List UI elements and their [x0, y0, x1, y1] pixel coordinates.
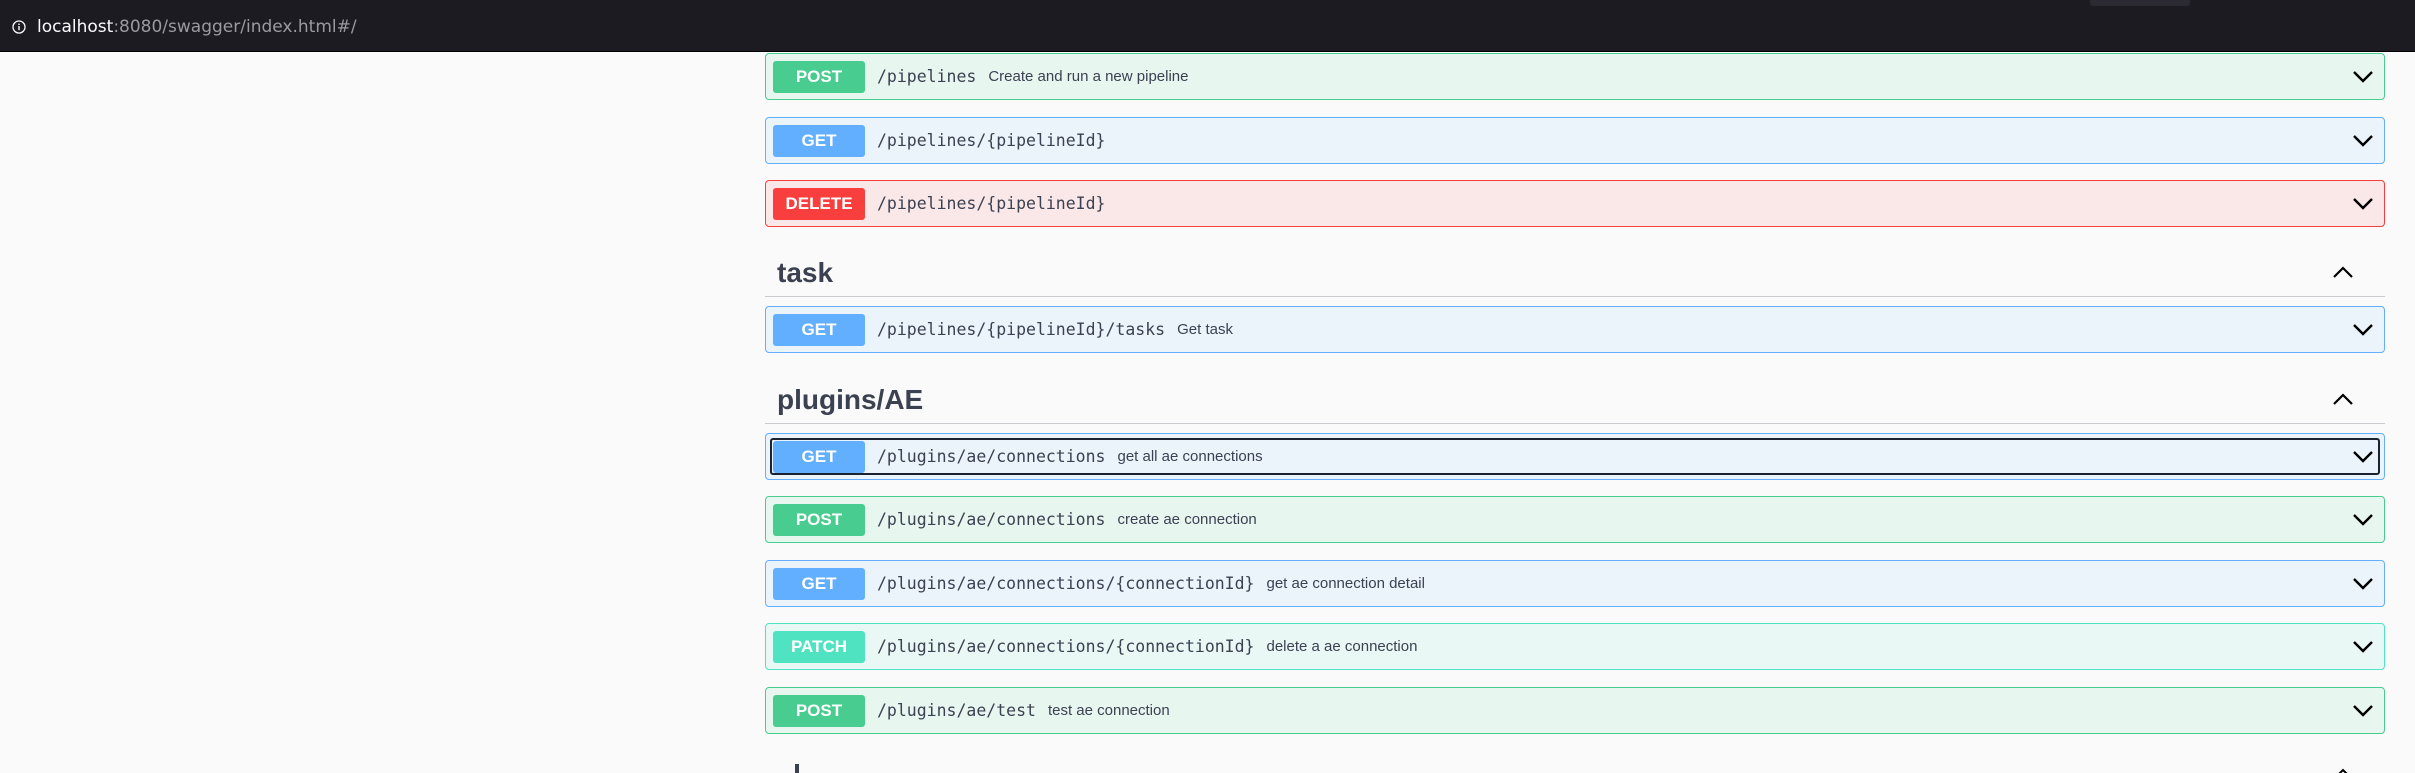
chevron-up-icon[interactable]	[2331, 263, 2355, 281]
operation-path: /plugins/ae/test	[877, 701, 1036, 720]
operation-path: /pipelines/{pipelineId}	[877, 131, 1106, 150]
opblock-post-ae-test[interactable]: POST /plugins/ae/test test ae connection	[765, 687, 2385, 734]
chevron-down-icon[interactable]	[2352, 195, 2374, 213]
opblock-post-pipelines[interactable]: POST /pipelines Create and run a new pip…	[765, 53, 2385, 100]
method-badge: GET	[773, 124, 865, 157]
cut-off-section-title	[795, 764, 799, 773]
opblock-get-tasks[interactable]: GET /pipelines/{pipelineId}/tasks Get ta…	[765, 306, 2385, 353]
opblock-get-pipeline[interactable]: GET /pipelines/{pipelineId}	[765, 117, 2385, 164]
method-badge: POST	[773, 60, 865, 93]
operation-summary: get ae connection detail	[1266, 575, 1425, 592]
chevron-down-icon[interactable]	[2352, 511, 2374, 529]
chevron-down-icon[interactable]	[2352, 638, 2374, 656]
chevron-up-icon[interactable]	[2331, 768, 2355, 773]
operation-summary: delete a ae connection	[1266, 638, 1418, 655]
operation-summary: test ae connection	[1047, 702, 1170, 719]
method-badge: POST	[773, 503, 865, 536]
operation-summary: get all ae connections	[1117, 448, 1263, 465]
method-badge: DELETE	[773, 187, 865, 220]
chevron-down-icon[interactable]	[2352, 448, 2374, 466]
url-rest: :8080/swagger/index.html#/	[113, 17, 357, 37]
opblock-patch-ae-connection[interactable]: PATCH /plugins/ae/connections/{connectio…	[765, 623, 2385, 670]
operation-summary: create ae connection	[1117, 511, 1257, 528]
method-badge: POST	[773, 694, 865, 727]
url-host: localhost	[37, 17, 114, 37]
operation-summary: Create and run a new pipeline	[988, 68, 1189, 85]
url-text[interactable]: localhost:8080/swagger/index.html#/	[37, 17, 357, 37]
tab-strip-fragment	[2090, 0, 2190, 6]
operation-path: /pipelines/{pipelineId}/tasks	[877, 320, 1166, 339]
method-badge: GET	[773, 440, 865, 473]
operation-path: /plugins/ae/connections	[877, 447, 1106, 466]
operation-path: /pipelines/{pipelineId}	[877, 194, 1106, 213]
operation-summary: Get task	[1177, 321, 1233, 338]
operation-path: /plugins/ae/connections/{connectionId}	[877, 637, 1255, 656]
tag-section-plugins-ae[interactable]: plugins/AE	[765, 376, 2385, 424]
browser-url-bar[interactable]: localhost:8080/swagger/index.html#/	[0, 0, 2415, 52]
method-badge: GET	[773, 313, 865, 346]
tag-title: task	[777, 257, 834, 288]
chevron-down-icon[interactable]	[2352, 321, 2374, 339]
method-badge: GET	[773, 567, 865, 600]
chevron-down-icon[interactable]	[2352, 702, 2374, 720]
chevron-down-icon[interactable]	[2352, 68, 2374, 86]
opblock-post-ae-connections[interactable]: POST /plugins/ae/connections create ae c…	[765, 496, 2385, 543]
operation-path: /plugins/ae/connections	[877, 510, 1106, 529]
chevron-down-icon[interactable]	[2352, 132, 2374, 150]
chevron-up-icon[interactable]	[2331, 390, 2355, 408]
opblock-delete-pipeline[interactable]: DELETE /pipelines/{pipelineId}	[765, 180, 2385, 227]
opblock-get-ae-connections[interactable]: GET /plugins/ae/connections get all ae c…	[765, 433, 2385, 480]
opblock-get-ae-connection-detail[interactable]: GET /plugins/ae/connections/{connectionI…	[765, 560, 2385, 607]
tag-section-task[interactable]: task	[765, 249, 2385, 297]
tag-title: plugins/AE	[777, 384, 924, 415]
info-icon[interactable]	[12, 20, 26, 34]
method-badge: PATCH	[773, 630, 865, 663]
operation-path: /pipelines	[877, 67, 977, 86]
operation-path: /plugins/ae/connections/{connectionId}	[877, 574, 1255, 593]
chevron-down-icon[interactable]	[2352, 575, 2374, 593]
